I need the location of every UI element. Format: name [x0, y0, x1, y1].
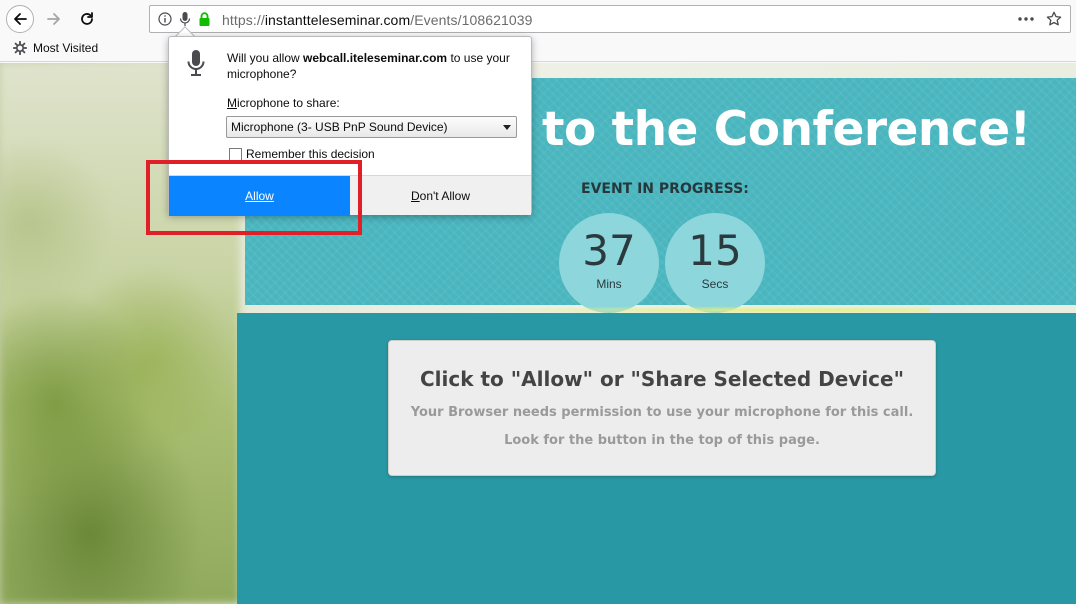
seconds-value: 15 — [688, 226, 742, 275]
page-title: to the Conference! — [542, 102, 1031, 157]
microphone-icon — [187, 49, 205, 84]
microphone-permission-icon[interactable] — [177, 11, 193, 27]
navigation-toolbar: https://instantteleseminar.com/Events/10… — [0, 0, 1076, 38]
requesting-host: webcall.iteleseminar.com — [303, 51, 448, 65]
permission-question: Will you allow webcall.iteleseminar.com … — [227, 51, 510, 81]
event-status-label: EVENT IN PROGRESS: — [581, 181, 749, 197]
seconds-unit: Secs — [701, 277, 729, 291]
bookmark-star-icon[interactable] — [1044, 10, 1064, 28]
minutes-counter: 37 Mins — [559, 213, 659, 313]
page-actions-icon[interactable] — [1016, 10, 1036, 28]
url-text[interactable]: https://instantteleseminar.com/Events/10… — [222, 12, 533, 28]
minutes-value: 37 — [582, 226, 636, 275]
instructions-line-1: Your Browser needs permission to use you… — [410, 405, 914, 420]
bookmarks-toolbar: Most Visited — [0, 38, 1076, 62]
remember-decision-option[interactable]: Remember this decision — [229, 147, 375, 161]
url-bar[interactable]: https://instantteleseminar.com/Events/10… — [149, 5, 1071, 33]
page-content: to the Conference! EVENT IN PROGRESS: 37… — [0, 63, 1076, 604]
allow-highlight-annotation — [146, 160, 362, 235]
device-select-label: Microphone to share: — [227, 96, 340, 110]
gear-icon — [13, 41, 27, 55]
minutes-unit: Mins — [596, 277, 622, 291]
forward-button[interactable] — [40, 5, 68, 33]
reload-icon — [81, 12, 93, 25]
forward-arrow-icon — [47, 13, 60, 25]
dropdown-caret-icon — [503, 125, 511, 130]
back-arrow-icon — [14, 13, 27, 25]
seconds-counter: 15 Secs — [665, 213, 765, 313]
microphone-device-select[interactable]: Microphone (3- USB PnP Sound Device) — [226, 116, 517, 138]
back-button[interactable] — [6, 5, 34, 33]
instructions-title: Click to "Allow" or "Share Selected Devi… — [419, 367, 905, 391]
secure-lock-icon[interactable] — [196, 11, 212, 27]
bookmark-most-visited[interactable]: Most Visited — [13, 41, 98, 55]
reload-button[interactable] — [73, 5, 101, 33]
dont-allow-button[interactable]: Don't Allow — [350, 176, 531, 216]
instructions-line-2: Look for the button in the top of this p… — [504, 433, 820, 448]
permission-instructions-card: Click to "Allow" or "Share Selected Devi… — [388, 340, 936, 476]
remember-decision-checkbox[interactable] — [229, 147, 242, 161]
site-info-icon[interactable] — [157, 11, 173, 27]
